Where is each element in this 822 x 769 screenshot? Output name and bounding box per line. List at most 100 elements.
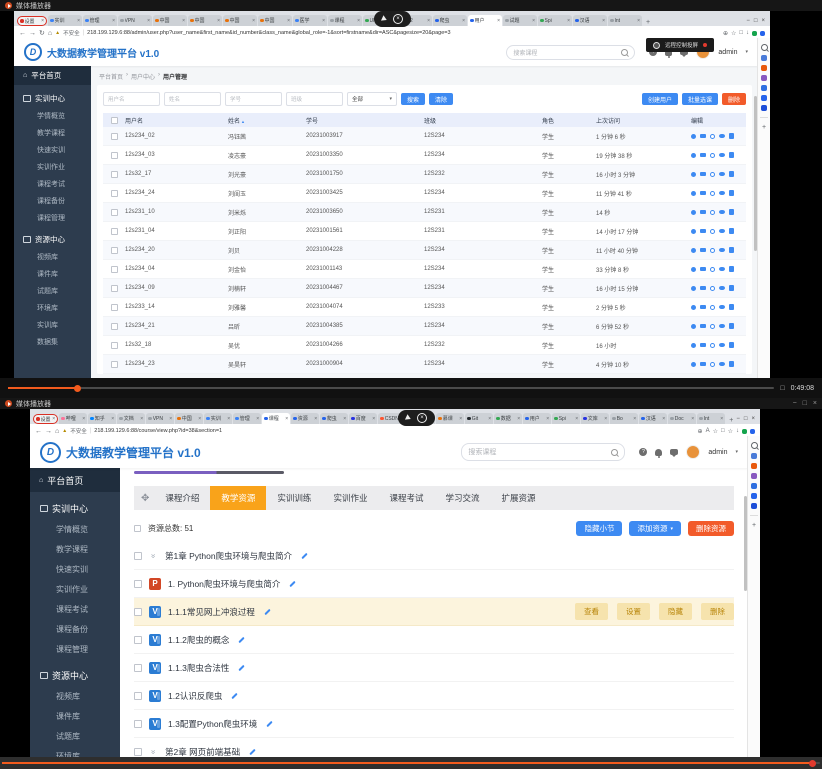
- split-icon[interactable]: □: [721, 428, 725, 434]
- tab-close-icon[interactable]: ×: [720, 416, 723, 422]
- edit-pencil-icon[interactable]: [232, 692, 238, 698]
- student-id-field[interactable]: 学号: [225, 92, 282, 106]
- browser-tab[interactable]: 实训×: [48, 15, 82, 26]
- col-name[interactable]: 姓名▲: [228, 116, 306, 125]
- gear-icon[interactable]: [691, 229, 696, 234]
- user-menu[interactable]: admin: [718, 49, 737, 56]
- row-action-删除[interactable]: 删除: [701, 603, 734, 620]
- card-icon[interactable]: [700, 153, 706, 158]
- download-icon[interactable]: ↓: [746, 30, 749, 36]
- row-checkbox[interactable]: [111, 152, 118, 159]
- trash-icon[interactable]: [729, 285, 734, 291]
- eye-icon[interactable]: [719, 134, 725, 138]
- browser-window-controls[interactable]: − □ ×: [746, 18, 767, 26]
- resource-title[interactable]: 1.3配置Python爬虫环境: [168, 718, 257, 730]
- record-icon[interactable]: [710, 267, 715, 272]
- record-icon[interactable]: [710, 286, 715, 291]
- browser-tab[interactable]: 慕课×: [436, 413, 464, 424]
- move-handle-icon[interactable]: ✥: [141, 493, 149, 504]
- tab-课程考试[interactable]: 课程考试: [378, 486, 434, 510]
- tab-close-icon[interactable]: ×: [575, 416, 578, 422]
- browser-tab[interactable]: 管理×: [83, 15, 117, 26]
- browser-tab[interactable]: 文档×: [117, 413, 145, 424]
- card-icon[interactable]: [700, 286, 706, 291]
- eye-icon[interactable]: [719, 172, 725, 176]
- avatar[interactable]: [686, 445, 700, 459]
- sidebar-item[interactable]: 课程考试: [30, 599, 120, 619]
- copilot-icon[interactable]: [751, 453, 757, 459]
- gear-icon[interactable]: [691, 305, 696, 310]
- restore-icon[interactable]: □: [744, 416, 748, 422]
- browser-tab[interactable]: 知乎×: [88, 413, 116, 424]
- trash-icon[interactable]: [729, 304, 734, 310]
- gear-icon[interactable]: [691, 153, 696, 158]
- edit-pencil-icon[interactable]: [249, 748, 255, 754]
- extension-icon[interactable]: [742, 429, 747, 434]
- add-panel-icon[interactable]: +: [752, 522, 756, 529]
- trash-icon[interactable]: [729, 152, 734, 158]
- search-icon[interactable]: [611, 449, 618, 456]
- col-role[interactable]: 角色: [542, 116, 596, 125]
- browser-window-controls[interactable]: − □ ×: [736, 416, 757, 424]
- browser-tab[interactable]: 中国×: [223, 15, 257, 26]
- resource-title[interactable]: 1. Python爬虫环境与爬虫简介: [168, 578, 280, 590]
- eye-icon[interactable]: [719, 343, 725, 347]
- row-checkbox[interactable]: [111, 190, 118, 197]
- tab-close-icon[interactable]: ×: [497, 18, 500, 24]
- eye-icon[interactable]: [719, 324, 725, 328]
- extension-icon[interactable]: [752, 31, 757, 36]
- sidebar-section-header[interactable]: 资源中心: [14, 226, 91, 248]
- sidebar-item[interactable]: 课程管理: [30, 639, 120, 659]
- send-icon[interactable]: [761, 105, 767, 111]
- browser-tab[interactable]: Bo×: [610, 413, 638, 424]
- card-icon[interactable]: [700, 210, 706, 215]
- delete-button[interactable]: 删除: [722, 93, 746, 105]
- player-control-overlay[interactable]: ×: [374, 11, 411, 27]
- tab-close-icon[interactable]: ×: [322, 18, 325, 24]
- tab-close-icon[interactable]: ×: [140, 416, 143, 422]
- address-bar-icons[interactable]: ⊕ A ☆ □ ☆ ↓: [698, 428, 755, 435]
- edit-pencil-icon[interactable]: [267, 720, 273, 726]
- restore-icon[interactable]: □: [803, 400, 807, 407]
- sidebar-item[interactable]: 学情概览: [14, 107, 91, 124]
- sidebar-item[interactable]: 实训作业: [30, 579, 120, 599]
- tab-close-icon[interactable]: ×: [427, 18, 430, 24]
- browser-tab[interactable]: 设置×: [17, 16, 47, 26]
- eye-icon[interactable]: [719, 248, 725, 252]
- record-icon[interactable]: [710, 305, 715, 310]
- tab-close-icon[interactable]: ×: [182, 18, 185, 24]
- row-checkbox[interactable]: [111, 342, 118, 349]
- tab-扩展资源[interactable]: 扩展资源: [490, 486, 546, 510]
- resource-title[interactable]: 1.1.1常见网上冲浪过程: [168, 606, 255, 618]
- gear-icon[interactable]: [691, 134, 696, 139]
- trash-icon[interactable]: [729, 133, 734, 139]
- browser-tab[interactable]: VPN×: [118, 15, 152, 26]
- player-titlebar[interactable]: 媒体播放器: [0, 0, 822, 11]
- card-icon[interactable]: [700, 305, 706, 310]
- card-icon[interactable]: [700, 248, 706, 253]
- sidebar-section-header[interactable]: 实训中心: [30, 492, 120, 519]
- sidebar-item[interactable]: 环境库: [14, 299, 91, 316]
- row-action-隐藏[interactable]: 隐藏: [659, 603, 692, 620]
- browser-tab[interactable]: 爬虫×: [433, 15, 467, 26]
- chevron-double-down-icon[interactable]: »: [149, 551, 158, 560]
- browser-tab[interactable]: 医学×: [293, 15, 327, 26]
- tab-close-icon[interactable]: ×: [357, 18, 360, 24]
- sidebar-item[interactable]: 学情概览: [30, 519, 120, 539]
- username-field[interactable]: 用户名: [103, 92, 160, 106]
- favorite-icon[interactable]: ☆: [731, 30, 736, 37]
- player-seekbar[interactable]: □ 0:49:08: [0, 378, 822, 398]
- trash-icon[interactable]: [729, 361, 734, 367]
- zoom-icon[interactable]: ⊕: [698, 428, 703, 435]
- trash-icon[interactable]: [729, 266, 734, 272]
- sidebar-item[interactable]: 数据集: [14, 333, 91, 350]
- camera-icon[interactable]: [751, 493, 757, 499]
- browser-tab[interactable]: 中国×: [188, 15, 222, 26]
- col-last-visit[interactable]: 上次访问: [596, 116, 691, 125]
- gear-icon[interactable]: [691, 286, 696, 291]
- browser-tab[interactable]: 爬虫×: [320, 413, 348, 424]
- class-field[interactable]: 班级: [286, 92, 343, 106]
- row-checkbox[interactable]: [134, 720, 142, 728]
- tab-close-icon[interactable]: ×: [488, 416, 491, 422]
- browser-tab[interactable]: 百度×: [349, 413, 377, 424]
